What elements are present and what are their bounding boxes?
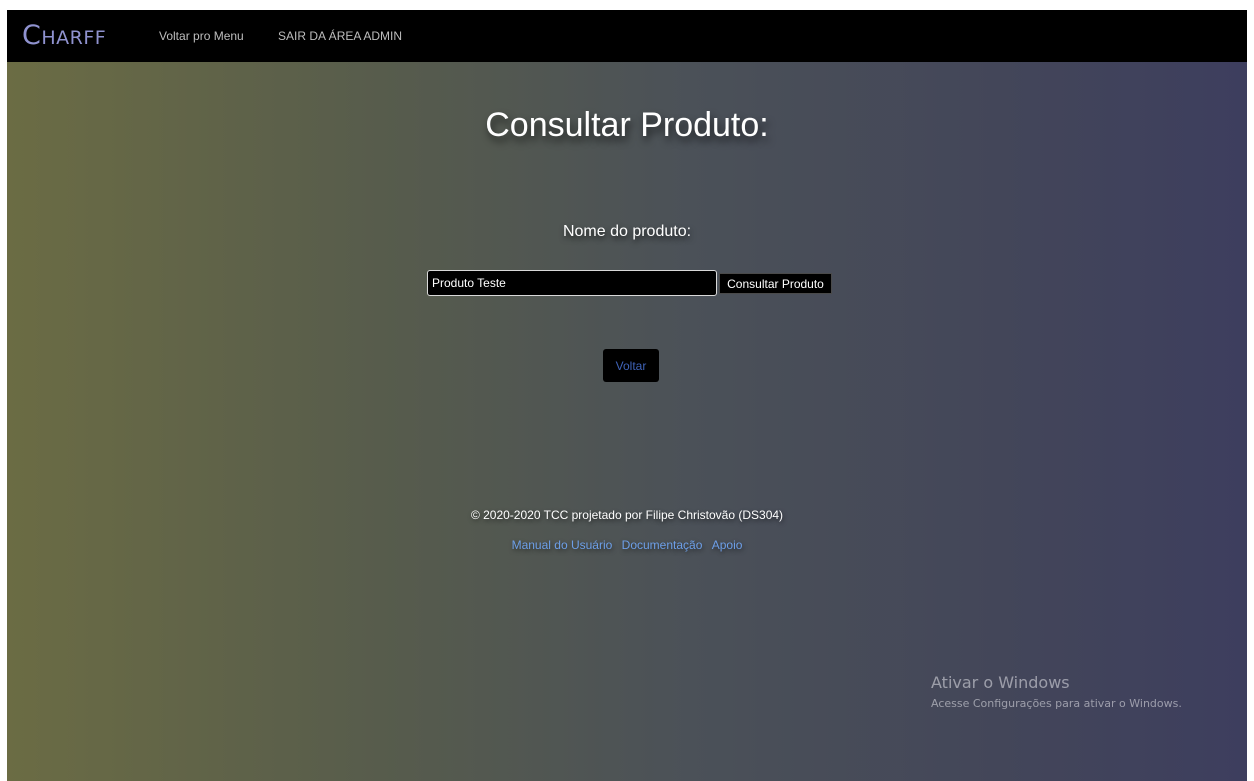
footer-link-user-manual[interactable]: Manual do Usuário <box>512 538 613 552</box>
nav-link-back-to-menu[interactable]: Voltar pro Menu <box>159 29 244 43</box>
footer-links: Manual do Usuário Documentação Apoio <box>7 538 1247 552</box>
product-name-label: Nome do produto: <box>562 223 692 240</box>
top-navbar: Charff Voltar pro Menu SAIR DA ÁREA ADMI… <box>7 10 1247 62</box>
consult-product-button[interactable]: Consultar Produto <box>719 273 832 294</box>
app-window: Charff Voltar pro Menu SAIR DA ÁREA ADMI… <box>7 10 1247 781</box>
windows-activation-subtitle: Acesse Configurações para ativar o Windo… <box>931 697 1182 710</box>
footer-link-documentation[interactable]: Documentação <box>622 538 703 552</box>
footer-link-support[interactable]: Apoio <box>712 538 743 552</box>
back-button[interactable]: Voltar <box>603 349 659 382</box>
footer-copyright: © 2020-2020 TCC projetado por Filipe Chr… <box>470 508 784 522</box>
page-title: Consultar Produto: <box>485 106 769 144</box>
nav-link-exit-admin[interactable]: SAIR DA ÁREA ADMIN <box>278 29 402 43</box>
brand-logo[interactable]: Charff <box>22 20 106 52</box>
product-name-input[interactable] <box>427 270 717 296</box>
windows-activation-title: Ativar o Windows <box>931 673 1070 692</box>
